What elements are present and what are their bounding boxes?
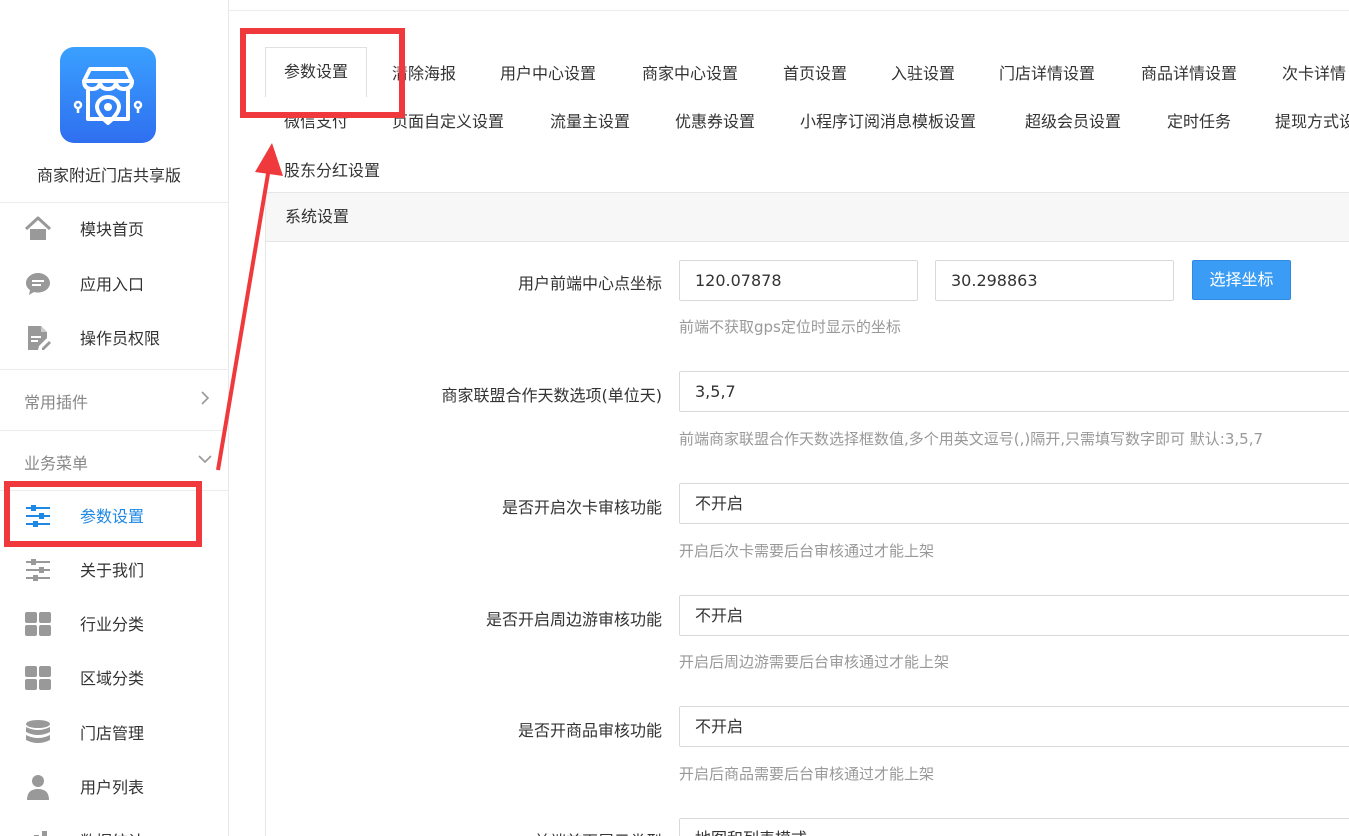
tab-clear-poster[interactable]: 清除海报 bbox=[392, 60, 456, 84]
tab-super-member[interactable]: 超级会员设置 bbox=[1025, 108, 1121, 132]
home-display-select[interactable]: 地图和列表模式 bbox=[679, 818, 1349, 836]
chat-icon bbox=[26, 273, 50, 295]
days-options-label: 商家联盟合作天数选项(单位天) bbox=[441, 386, 663, 405]
section-title: 系统设置 bbox=[266, 193, 1349, 242]
sidebar-item-data-stats[interactable]: 数据统计 bbox=[0, 813, 229, 836]
sidebar-item-label: 门店管理 bbox=[80, 724, 145, 743]
chevron-down-icon bbox=[198, 455, 212, 464]
grid-icon bbox=[25, 612, 51, 636]
top-border bbox=[229, 10, 1349, 11]
tab-shareholder-dividend[interactable]: 股东分红设置 bbox=[284, 157, 380, 181]
latitude-input[interactable]: 30.298863 bbox=[935, 260, 1174, 301]
days-options-help: 前端商家联盟合作天数选择框数值,多个用英文逗号(,)隔开,只需填写数字即可 默认… bbox=[679, 430, 1264, 448]
tab-homepage[interactable]: 首页设置 bbox=[783, 60, 847, 84]
sidebar-group-common-plugins[interactable]: 常用插件 bbox=[0, 370, 229, 430]
card-review-select[interactable]: 不开启 bbox=[679, 483, 1349, 524]
grid-icon bbox=[25, 666, 51, 690]
goods-review-select[interactable]: 不开启 bbox=[679, 706, 1349, 747]
sidebar-group-label: 业务菜单 bbox=[24, 454, 89, 473]
sidebar-item-label: 行业分类 bbox=[80, 615, 145, 634]
tab-merchant-center[interactable]: 商家中心设置 bbox=[642, 60, 738, 84]
sidebar-item-store-management[interactable]: 门店管理 bbox=[0, 705, 229, 759]
sidebar-item-label: 数据统计 bbox=[80, 828, 144, 836]
sidebar-item-label: 用户列表 bbox=[80, 778, 145, 797]
chart-icon bbox=[34, 831, 47, 836]
tab-settle-in[interactable]: 入驻设置 bbox=[891, 60, 955, 84]
store-icon bbox=[73, 67, 143, 125]
sidebar-item-label: 模块首页 bbox=[80, 220, 145, 239]
center-coord-label: 用户前端中心点坐标 bbox=[517, 274, 662, 293]
tab-user-center[interactable]: 用户中心设置 bbox=[500, 60, 596, 84]
sliders-icon bbox=[26, 559, 50, 581]
tab-withdraw-method[interactable]: 提现方式设 bbox=[1275, 108, 1349, 132]
tab-scheduled-task[interactable]: 定时任务 bbox=[1167, 108, 1231, 132]
tab-goods-detail[interactable]: 商品详情设置 bbox=[1141, 60, 1237, 84]
sidebar-item-label: 关于我们 bbox=[80, 561, 145, 580]
home-icon bbox=[24, 216, 52, 240]
goods-review-help: 开启后商品需要后台审核通过才能上架 bbox=[679, 765, 935, 783]
user-icon bbox=[27, 775, 49, 800]
tab-page-custom[interactable]: 页面自定义设置 bbox=[392, 108, 504, 132]
sidebar-item-app-entry[interactable]: 应用入口 bbox=[0, 256, 229, 310]
sliders-icon bbox=[26, 505, 50, 527]
sidebar-item-label: 区域分类 bbox=[80, 669, 145, 688]
document-edit-icon bbox=[28, 326, 51, 350]
sidebar-item-industry-category[interactable]: 行业分类 bbox=[0, 596, 229, 650]
tab-traffic-master[interactable]: 流量主设置 bbox=[550, 108, 630, 132]
tour-review-select[interactable]: 不开启 bbox=[679, 595, 1349, 636]
sidebar-item-label: 操作员权限 bbox=[80, 329, 161, 348]
sidebar-item-region-category[interactable]: 区域分类 bbox=[0, 650, 229, 704]
tour-review-label: 是否开启周边游审核功能 bbox=[485, 610, 662, 629]
database-icon bbox=[26, 720, 50, 743]
days-options-input[interactable]: 3,5,7 bbox=[679, 371, 1349, 412]
sidebar-group-label: 常用插件 bbox=[24, 393, 89, 412]
tab-wechat-pay[interactable]: 微信支付 bbox=[284, 108, 348, 132]
sidebar-item-about-us[interactable]: 关于我们 bbox=[0, 542, 229, 596]
goods-review-label: 是否开商品审核功能 bbox=[517, 721, 662, 740]
tab-param-settings[interactable]: 参数设置 bbox=[265, 47, 368, 97]
sidebar: 商家附近门店共享版 模块首页 应用入口 操作员权限 常用插件 业务菜单 参数设置… bbox=[0, 0, 229, 836]
sidebar-item-label: 参数设置 bbox=[80, 507, 145, 526]
longitude-input[interactable]: 120.07878 bbox=[679, 260, 918, 301]
chevron-right-icon bbox=[201, 391, 210, 405]
sidebar-item-label: 应用入口 bbox=[80, 275, 145, 294]
card-review-help: 开启后次卡需要后台审核通过才能上架 bbox=[679, 542, 935, 560]
center-coord-help: 前端不获取gps定位时显示的坐标 bbox=[679, 318, 901, 336]
sidebar-item-module-home[interactable]: 模块首页 bbox=[0, 201, 229, 255]
card-review-label: 是否开启次卡审核功能 bbox=[501, 498, 662, 517]
sidebar-item-user-list[interactable]: 用户列表 bbox=[0, 759, 229, 813]
tour-review-help: 开启后周边游需要后台审核通过才能上架 bbox=[679, 653, 950, 671]
tab-subscribe-template[interactable]: 小程序订阅消息模板设置 bbox=[800, 108, 976, 132]
sidebar-item-operator-permissions[interactable]: 操作员权限 bbox=[0, 310, 229, 364]
select-coord-button[interactable]: 选择坐标 bbox=[1192, 260, 1291, 300]
sidebar-group-business-menu[interactable]: 业务菜单 bbox=[0, 431, 229, 491]
tab-store-detail[interactable]: 门店详情设置 bbox=[999, 60, 1095, 84]
app-name: 商家附近门店共享版 bbox=[36, 166, 181, 185]
tab-coupon[interactable]: 优惠券设置 bbox=[675, 108, 755, 132]
home-display-label: 前端首页展示类型 bbox=[534, 828, 662, 836]
app-logo bbox=[60, 47, 156, 143]
sidebar-item-param-settings[interactable]: 参数设置 bbox=[0, 488, 229, 542]
tab-card-detail[interactable]: 次卡详情 bbox=[1282, 60, 1346, 84]
